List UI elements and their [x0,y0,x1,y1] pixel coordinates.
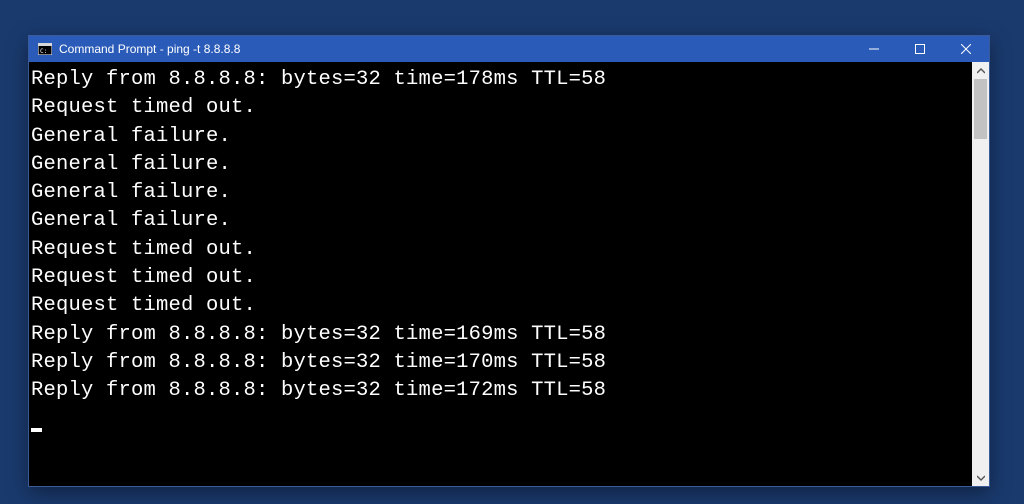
scroll-down-arrow-icon[interactable] [972,469,989,486]
terminal-line: Reply from 8.8.8.8: bytes=32 time=172ms … [31,377,972,405]
maximize-button[interactable] [897,36,943,62]
terminal-line: General failure. [31,151,972,179]
terminal-line: Reply from 8.8.8.8: bytes=32 time=178ms … [31,66,972,94]
terminal-output[interactable]: Reply from 8.8.8.8: bytes=32 time=178ms … [29,62,972,486]
cursor-icon [31,428,42,432]
scroll-up-arrow-icon[interactable] [972,62,989,79]
close-button[interactable] [943,36,989,62]
terminal-line: Reply from 8.8.8.8: bytes=32 time=169ms … [31,321,972,349]
command-prompt-window: C: Command Prompt - ping -t 8.8.8.8 Repl… [28,35,990,487]
cmd-icon: C: [37,41,53,57]
terminal-line: General failure. [31,207,972,235]
terminal-line: Request timed out. [31,236,972,264]
client-area: Reply from 8.8.8.8: bytes=32 time=178ms … [29,62,989,486]
titlebar[interactable]: C: Command Prompt - ping -t 8.8.8.8 [29,36,989,62]
terminal-cursor-line [31,405,972,433]
terminal-line: General failure. [31,179,972,207]
terminal-line: Request timed out. [31,94,972,122]
window-title: Command Prompt - ping -t 8.8.8.8 [59,42,851,56]
vertical-scrollbar[interactable] [972,62,989,486]
terminal-line: Request timed out. [31,264,972,292]
terminal-line: Reply from 8.8.8.8: bytes=32 time=170ms … [31,349,972,377]
terminal-line: General failure. [31,123,972,151]
svg-text:C:: C: [40,48,47,55]
minimize-button[interactable] [851,36,897,62]
terminal-line: Request timed out. [31,292,972,320]
scroll-thumb[interactable] [974,79,987,139]
